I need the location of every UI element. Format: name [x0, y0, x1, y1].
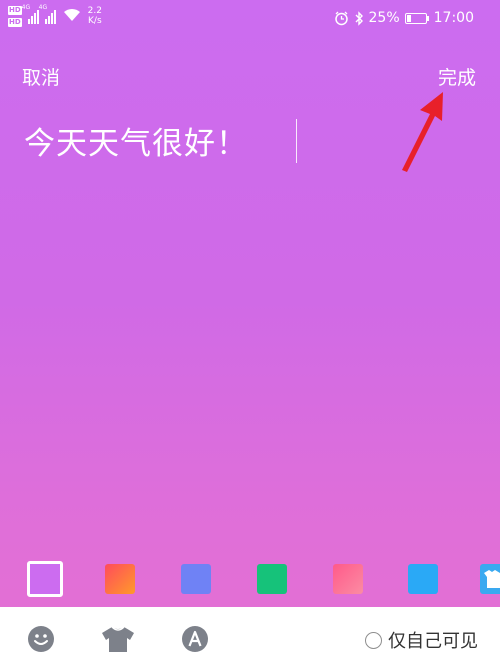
- private-radio[interactable]: [365, 631, 382, 649]
- font-icon[interactable]: [181, 625, 209, 653]
- signal-icon-1: 4G: [22, 4, 39, 24]
- bottom-toolbar: 仅自己可见: [0, 607, 500, 663]
- swatch-theme-1[interactable]: [27, 561, 63, 597]
- signal-icon-2: 4G: [39, 4, 56, 24]
- network-type-2: 4G: [38, 4, 48, 11]
- annotation-arrow-icon: [402, 92, 443, 172]
- status-left: HD HD 4G 4G 2.2 K/s: [8, 4, 102, 30]
- swatch-theme-3[interactable]: [181, 564, 211, 594]
- done-button[interactable]: 完成: [438, 63, 476, 90]
- clock: 17:00: [433, 10, 474, 26]
- swatch-theme-4[interactable]: [257, 564, 287, 594]
- network-type-1: 4G: [21, 4, 31, 11]
- private-label: 仅自己可见: [388, 631, 478, 652]
- wifi-icon: [63, 8, 80, 21]
- battery-percent: 25%: [368, 10, 400, 26]
- hd-badges: HD HD: [8, 6, 22, 30]
- post-text[interactable]: 今天天气很好！: [24, 118, 248, 163]
- network-speed: 2.2 K/s: [88, 6, 102, 26]
- bluetooth-icon: [355, 10, 363, 26]
- tshirt-icon[interactable]: [101, 625, 135, 653]
- hd-badge-2: HD: [8, 18, 22, 27]
- background-swatches: [0, 560, 500, 600]
- screen: HD HD 4G 4G 2.2 K/s 25% 17:00 取消 完成 今天天气…: [0, 0, 500, 663]
- swatch-theme-2[interactable]: [105, 564, 135, 594]
- hd-badge-1: HD: [8, 6, 22, 15]
- tshirt-swatch-icon: [484, 570, 500, 588]
- private-visibility-option[interactable]: 仅自己可见: [365, 627, 478, 653]
- alarm-icon: [334, 11, 348, 25]
- swatch-theme-7[interactable]: [480, 564, 500, 594]
- battery-icon: [404, 12, 429, 24]
- emoji-icon[interactable]: [27, 625, 55, 653]
- swatch-theme-6[interactable]: [408, 564, 438, 594]
- speed-unit: K/s: [88, 16, 102, 26]
- swatch-theme-5[interactable]: [333, 564, 363, 594]
- cancel-button[interactable]: 取消: [22, 63, 60, 90]
- status-right: 25% 17:00: [334, 10, 474, 26]
- status-bar: HD HD 4G 4G 2.2 K/s 25% 17:00: [0, 0, 500, 40]
- speed-value: 2.2: [87, 6, 102, 16]
- text-cursor: [296, 119, 297, 163]
